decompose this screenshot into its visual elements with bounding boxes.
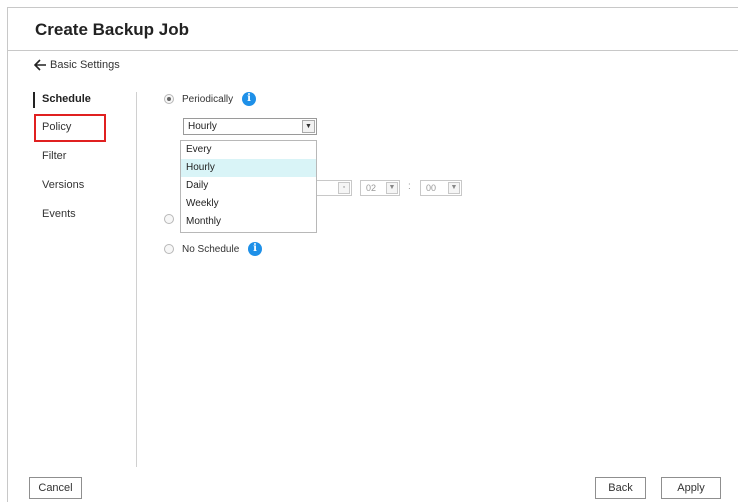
dropdown-option-every[interactable]: Every bbox=[181, 141, 316, 159]
time-separator: : bbox=[408, 181, 411, 192]
nav-item-versions[interactable]: Versions bbox=[42, 179, 84, 191]
hour-value: 02 bbox=[366, 183, 377, 193]
nav-item-filter[interactable]: Filter bbox=[42, 150, 66, 162]
chevron-down-icon: ▼ bbox=[302, 120, 315, 133]
back-to-basic-settings-link[interactable]: Basic Settings bbox=[34, 59, 120, 71]
create-backup-job-window: Create Backup Job Basic Settings Schedul… bbox=[7, 7, 738, 502]
no-schedule-radio[interactable] bbox=[164, 244, 174, 254]
back-button[interactable]: Back bbox=[595, 477, 646, 499]
chevron-down-icon: ▼ bbox=[448, 182, 460, 194]
frequency-select[interactable]: Hourly ▼ bbox=[183, 118, 317, 135]
schedule-option-radio[interactable] bbox=[164, 214, 174, 224]
dropdown-option-daily[interactable]: Daily bbox=[181, 177, 316, 195]
back-link-label: Basic Settings bbox=[50, 59, 120, 71]
minute-value: 00 bbox=[426, 183, 437, 193]
frequency-select-value: Hourly bbox=[188, 121, 217, 132]
arrow-left-icon bbox=[34, 59, 46, 71]
periodically-label: Periodically bbox=[182, 94, 234, 105]
nav-item-schedule[interactable]: Schedule bbox=[42, 93, 91, 105]
frequency-dropdown-list: Every Hourly Daily Weekly Monthly bbox=[180, 140, 317, 233]
nav-item-events[interactable]: Events bbox=[42, 208, 76, 220]
apply-button[interactable]: Apply bbox=[661, 477, 721, 499]
title-divider bbox=[8, 50, 738, 51]
nav-item-policy[interactable]: Policy bbox=[42, 121, 71, 133]
dropdown-option-monthly[interactable]: Monthly bbox=[181, 213, 316, 231]
active-nav-indicator bbox=[33, 92, 35, 108]
sidebar-divider bbox=[136, 92, 137, 467]
info-icon[interactable]: i bbox=[248, 242, 262, 256]
no-schedule-label: No Schedule bbox=[182, 244, 240, 255]
minute-select[interactable]: 00 ▼ bbox=[420, 180, 462, 196]
dropdown-option-weekly[interactable]: Weekly bbox=[181, 195, 316, 213]
hour-select[interactable]: 02 ▼ bbox=[360, 180, 400, 196]
cancel-button[interactable]: Cancel bbox=[29, 477, 82, 499]
dropdown-option-hourly[interactable]: Hourly bbox=[181, 159, 316, 177]
window-title: Create Backup Job bbox=[35, 20, 189, 39]
periodically-radio[interactable] bbox=[164, 94, 174, 104]
calendar-icon: ▫ bbox=[338, 182, 350, 194]
chevron-down-icon: ▼ bbox=[386, 182, 398, 194]
info-icon[interactable]: i bbox=[242, 92, 256, 106]
